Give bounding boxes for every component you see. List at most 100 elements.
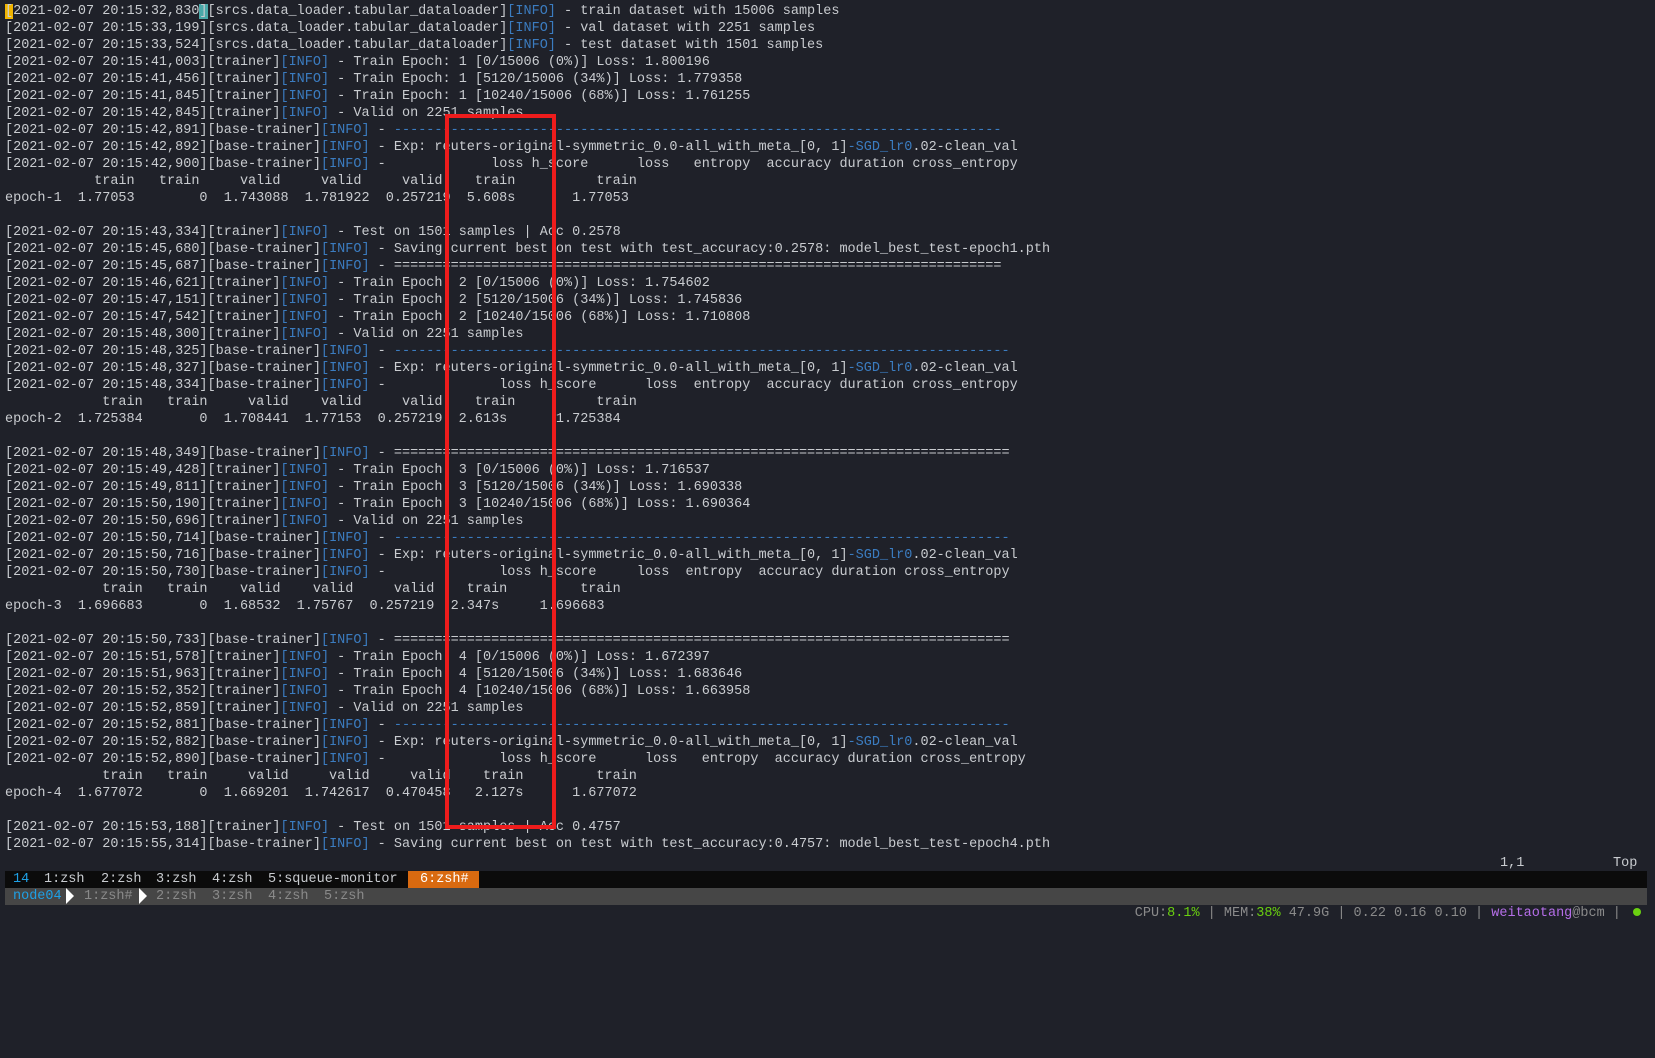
log-source: [trainer] <box>207 684 281 699</box>
tmux-window-tab[interactable]: 3:zsh <box>156 871 197 888</box>
log-timestamp: [2021-02-07 20:15:42,900] <box>5 157 208 172</box>
tmux-window-tab[interactable]: 2:zsh <box>156 888 197 905</box>
log-source: [base-trainer] <box>207 633 321 648</box>
log-timestamp: [2021-02-07 20:15:49,811] <box>5 480 208 495</box>
log-level: [INFO] <box>280 820 330 835</box>
log-level: [INFO] <box>280 310 330 325</box>
separator: | <box>1466 906 1492 921</box>
load-average: 0.22 0.16 0.10 <box>1353 906 1467 921</box>
log-timestamp: [2021-02-07 20:15:50,696] <box>5 514 208 529</box>
log-source: [trainer] <box>207 276 281 291</box>
log-timestamp: [2021-02-07 20:15:48,349] <box>5 446 208 461</box>
log-timestamp: [2021-02-07 20:15:50,714] <box>5 531 208 546</box>
log-level: [INFO] <box>280 327 330 342</box>
log-level: [INFO] <box>280 667 330 682</box>
log-message-tail: .02-clean_val <box>912 548 1018 563</box>
status-dot-icon <box>1633 908 1641 917</box>
mem-value: 38% <box>1256 906 1281 921</box>
log-level: [INFO] <box>320 565 370 580</box>
tmux-active-window-tab[interactable]: 6:zsh# <box>408 871 479 888</box>
mem-total: 47.9G <box>1288 906 1330 921</box>
log-message: - <box>369 123 394 138</box>
log-timestamp: [2021-02-07 20:15:53,188] <box>5 820 208 835</box>
log-message: - test dataset with 1501 samples <box>555 38 824 53</box>
log-source: [base-trainer] <box>207 123 321 138</box>
log-message: - Train Epoch: 1 [0/15006 (0%)] Loss: 1.… <box>329 55 710 70</box>
highlight-annotation-box <box>445 114 556 829</box>
log-message-accent: -SGD_lr0 <box>847 361 913 376</box>
tmux-window-tab[interactable]: 4:zsh <box>268 888 309 905</box>
log-level: [INFO] <box>320 157 370 172</box>
mem-label: MEM: <box>1223 906 1257 921</box>
log-timestamp: [2021-02-07 20:15:45,687] <box>5 259 208 274</box>
log-source: [trainer] <box>207 514 281 529</box>
log-level: [INFO] <box>320 718 370 733</box>
log-level: [INFO] <box>320 123 370 138</box>
log-level: [INFO] <box>320 140 370 155</box>
log-level: [INFO] <box>320 361 370 376</box>
separator: | <box>1604 906 1629 921</box>
log-timestamp: [2021-02-07 20:15:48,325] <box>5 344 208 359</box>
log-timestamp: [2021-02-07 20:15:48,334] <box>5 378 208 393</box>
log-source: [trainer] <box>207 106 281 121</box>
log-level: [INFO] <box>280 293 330 308</box>
tmux-window-tab[interactable]: 1:zsh <box>44 871 85 888</box>
log-message-accent: -SGD_lr0 <box>847 548 913 563</box>
log-line: [2021-02-07 20:15:41,845][trainer][INFO]… <box>5 88 1050 105</box>
tmux-window-tab[interactable]: 5:zsh <box>324 888 365 905</box>
log-message: - Saving current best on test with test_… <box>369 837 1051 852</box>
log-timestamp: [2021-02-07 20:15:42,892] <box>5 140 208 155</box>
tmux-active-window-tab[interactable]: 1:zsh# <box>84 888 133 905</box>
log-message: - Train Epoch: 1 [5120/15006 (34%)] Loss… <box>329 72 743 87</box>
log-message: - train dataset with 15006 samples <box>555 4 840 19</box>
tmux-window-tab[interactable]: 5:squeue-monitor <box>268 871 398 888</box>
log-level: [INFO] <box>280 480 330 495</box>
log-source: [base-trainer] <box>207 565 321 580</box>
tmux-window-tab[interactable]: 3:zsh <box>212 888 253 905</box>
log-source: [base-trainer] <box>207 718 321 733</box>
log-source: [trainer] <box>207 310 281 325</box>
log-timestamp: [2021-02-07 20:15:32,830] <box>5 4 208 19</box>
log-level: [INFO] <box>280 497 330 512</box>
tmux-window-tab[interactable]: 2:zsh <box>101 871 142 888</box>
log-source: [base-trainer] <box>207 361 321 376</box>
log-timestamp: [2021-02-07 20:15:52,352] <box>5 684 208 699</box>
log-timestamp: [2021-02-07 20:15:47,151] <box>5 293 208 308</box>
log-level: [INFO] <box>507 4 556 19</box>
log-message: - val dataset with 2251 samples <box>555 21 816 36</box>
cpu-label: CPU: <box>1134 906 1168 921</box>
log-line: [2021-02-07 20:15:33,199][srcs.data_load… <box>5 20 1050 37</box>
powerline-arrow-icon <box>139 888 147 904</box>
log-timestamp: [2021-02-07 20:15:42,891] <box>5 123 208 138</box>
log-source: [base-trainer] <box>207 548 321 563</box>
log-source: [base-trainer] <box>207 378 321 393</box>
log-message: - Exp: reuters-original-symmetric_0.0-al… <box>369 361 848 376</box>
log-level: [INFO] <box>280 463 330 478</box>
log-message-tail: .02-clean_val <box>912 140 1018 155</box>
log-line: [2021-02-07 20:15:55,314][base-trainer][… <box>5 836 1050 853</box>
log-level: [INFO] <box>507 38 556 53</box>
log-source: [base-trainer] <box>207 242 321 257</box>
vim-scroll-position: Top <box>1613 856 1638 871</box>
log-timestamp: [2021-02-07 20:15:47,542] <box>5 310 208 325</box>
log-source: [trainer] <box>207 650 281 665</box>
log-message-accent: -SGD_lr0 <box>847 735 913 750</box>
system-status: CPU:8.1% | MEM:38% 47.9G | 0.22 0.16 0.1… <box>1102 888 1641 939</box>
tmux-window-tab[interactable]: 4:zsh <box>212 871 253 888</box>
log-source: [base-trainer] <box>207 140 321 155</box>
tmux-host: node04 <box>13 889 62 904</box>
log-timestamp: [2021-02-07 20:15:51,963] <box>5 667 208 682</box>
log-timestamp: [2021-02-07 20:15:52,881] <box>5 718 208 733</box>
log-source: [trainer] <box>207 55 281 70</box>
log-level: [INFO] <box>280 650 330 665</box>
vim-cursor-position: 1,1 <box>1500 856 1525 871</box>
log-level: [INFO] <box>320 446 370 461</box>
log-level: [INFO] <box>280 276 330 291</box>
log-message: - <box>369 718 394 733</box>
log-timestamp: [2021-02-07 20:15:41,456] <box>5 72 208 87</box>
log-source: [base-trainer] <box>207 531 321 546</box>
log-source: [base-trainer] <box>207 344 321 359</box>
log-level: [INFO] <box>320 378 370 393</box>
tmux-status-bar-bottom: node04 1:zsh# 2:zsh 3:zsh 4:zsh 5:zsh CP… <box>5 888 1647 921</box>
log-level: [INFO] <box>320 837 370 852</box>
